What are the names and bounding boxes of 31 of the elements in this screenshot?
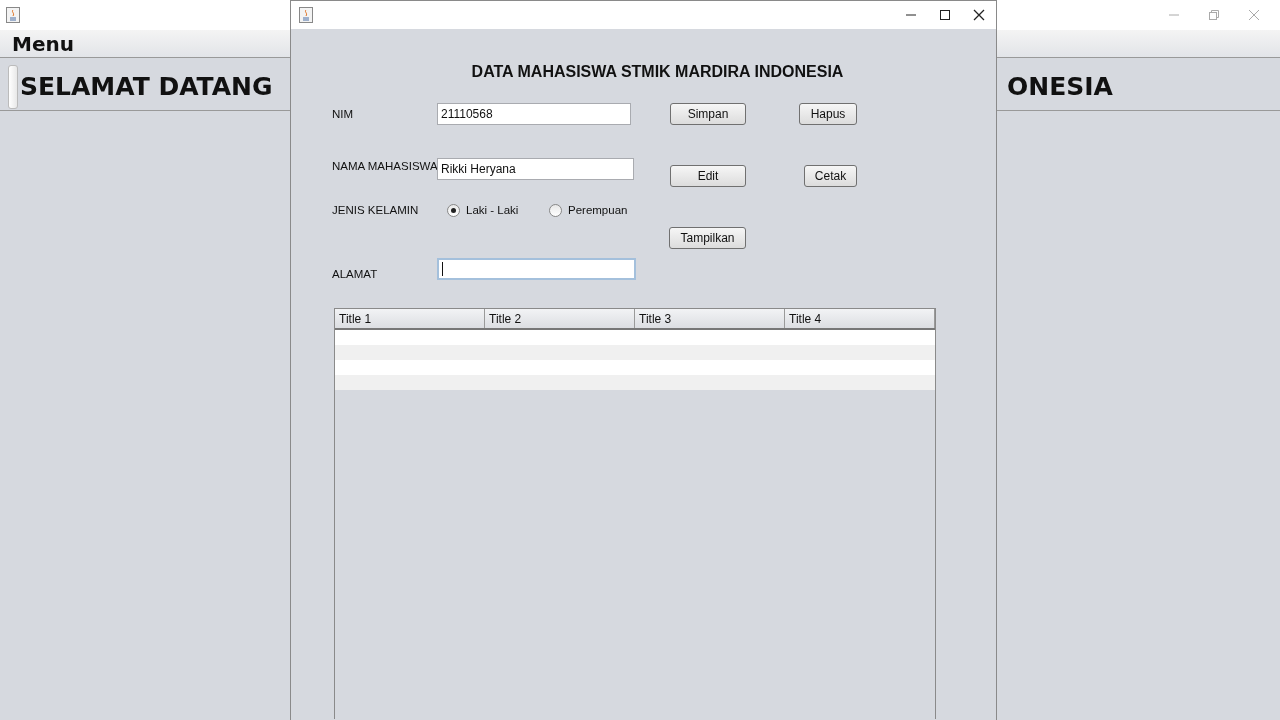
form-button[interactable]: Hapus	[799, 103, 857, 125]
text-field[interactable]: Rikki Heryana	[437, 158, 634, 180]
welcome-heading: ONESIA	[1007, 70, 1113, 103]
restore-icon[interactable]	[1208, 9, 1220, 21]
column-header[interactable]: Title 2	[485, 309, 635, 328]
form-button[interactable]: Tampilkan	[669, 227, 746, 249]
form-title: DATA MAHASISWA STMIK MARDIRA INDONESIA	[470, 62, 845, 82]
close-icon[interactable]	[973, 9, 985, 21]
field-label: NAMA MAHASISWA	[332, 159, 438, 174]
text-field[interactable]	[437, 258, 636, 280]
radio-label[interactable]: Perempuan	[568, 201, 628, 220]
radio-button[interactable]	[549, 204, 562, 217]
field-label: NIM	[332, 106, 354, 122]
form-button[interactable]: Cetak	[804, 165, 857, 187]
app-icon	[299, 7, 313, 23]
app-icon	[6, 7, 20, 23]
maximize-icon[interactable]	[939, 9, 951, 21]
radio-label[interactable]: Laki - Laki	[466, 201, 519, 220]
column-header[interactable]: Title 4	[785, 309, 935, 328]
menu-item[interactable]: Menu	[12, 28, 74, 59]
form-button[interactable]: Edit	[670, 165, 746, 187]
text-field[interactable]: 21110568	[437, 103, 631, 125]
panel-handle	[8, 64, 18, 109]
field-label: ALAMAT	[332, 266, 378, 282]
column-header[interactable]: Title 1	[335, 309, 485, 328]
welcome-heading: SELAMAT DATANG	[19, 70, 274, 103]
text-caret	[442, 262, 443, 276]
column-header[interactable]: Title 3	[635, 309, 785, 328]
field-label: JENIS KELAMIN	[332, 202, 419, 218]
form-button[interactable]: Simpan	[670, 103, 746, 125]
radio-button[interactable]	[447, 204, 460, 217]
